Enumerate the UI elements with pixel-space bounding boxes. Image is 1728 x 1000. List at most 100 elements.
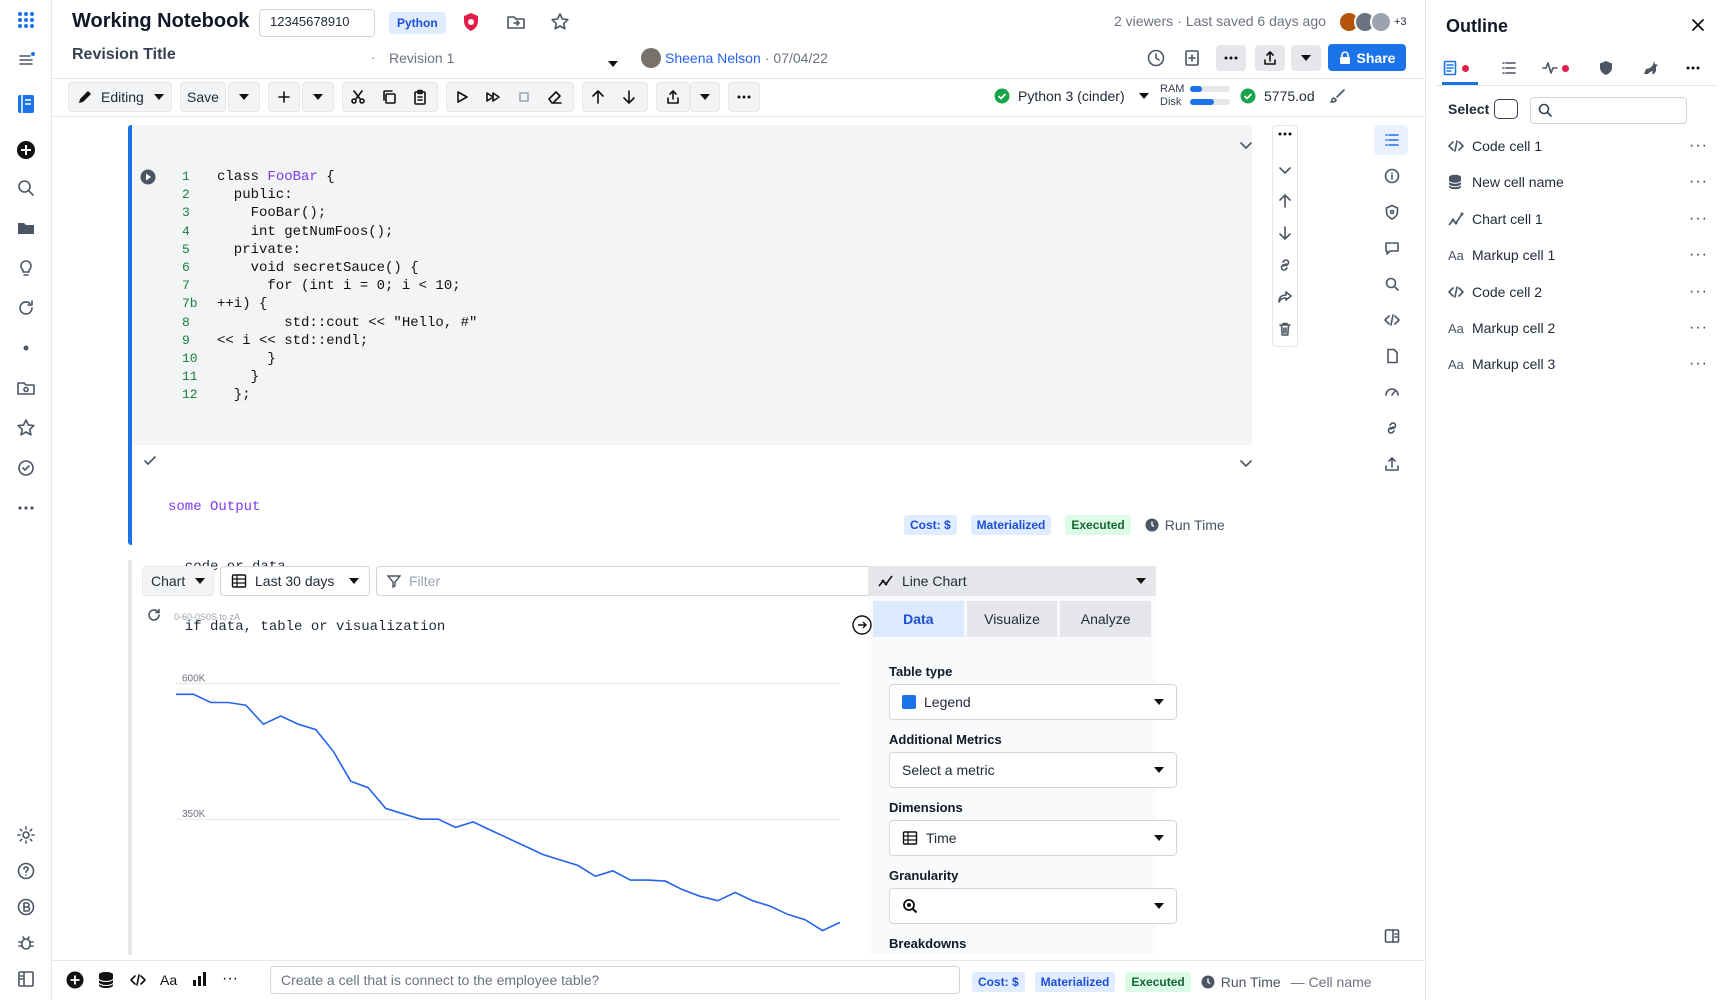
chart-type-dropdown[interactable]: Chart	[142, 566, 214, 596]
tab-outline[interactable]	[1442, 60, 1469, 76]
add-cell-circle-icon[interactable]	[66, 971, 84, 989]
share-button[interactable]: Share	[1328, 44, 1406, 71]
upload-icon[interactable]	[1382, 454, 1402, 474]
filter-input[interactable]: Filter	[376, 566, 922, 596]
cell-collapse-icon[interactable]	[1277, 162, 1293, 178]
tab-list-icon[interactable]	[1501, 60, 1517, 76]
viewer-avatars[interactable]: +3	[1338, 11, 1407, 33]
paste-icon[interactable]	[410, 87, 430, 107]
list-notification-icon[interactable]	[14, 48, 38, 72]
markup-cell-icon[interactable]: Aa	[160, 972, 177, 988]
more-icon[interactable]	[14, 496, 38, 520]
series-line[interactable]	[176, 693, 841, 932]
star-icon[interactable]	[14, 416, 38, 440]
add-circle-icon[interactable]	[14, 138, 38, 162]
tab-data[interactable]: Data	[873, 601, 964, 637]
cell-move-down-icon[interactable]	[1277, 225, 1293, 241]
outline-item[interactable]: Aa Markup cell 2 ···	[1448, 310, 1708, 346]
gauge-icon[interactable]	[1382, 382, 1402, 402]
notebook-id-field[interactable]: 12345678910	[259, 9, 375, 37]
stop-icon[interactable]	[514, 87, 534, 107]
toolbar-more-button[interactable]	[728, 82, 760, 112]
folder-icon[interactable]	[14, 216, 38, 240]
kernel-selector[interactable]: Python 3 (cinder)	[994, 88, 1149, 104]
check-badge-icon[interactable]	[14, 456, 38, 480]
sql-cell-database-icon[interactable]	[98, 971, 114, 989]
security-shield-icon[interactable]	[462, 12, 480, 32]
run-icon[interactable]	[452, 87, 472, 107]
split-view-icon[interactable]	[1382, 926, 1402, 946]
refresh-chart-icon[interactable]	[146, 607, 162, 623]
date-range-dropdown[interactable]: Last 30 days	[220, 566, 370, 596]
add-page-icon[interactable]	[1182, 48, 1202, 68]
code-panel-icon[interactable]	[1382, 310, 1402, 330]
publish-button[interactable]	[1255, 45, 1285, 71]
outline-item-more-icon[interactable]: ···	[1689, 319, 1708, 337]
chart-cell-bar-icon[interactable]	[192, 971, 208, 987]
outline-item-more-icon[interactable]: ···	[1689, 137, 1708, 155]
bitcoin-icon[interactable]	[14, 895, 38, 919]
revision-title[interactable]: Revision Title	[72, 46, 176, 64]
select-all-toggle[interactable]	[1494, 99, 1518, 119]
shield-icon[interactable]	[1382, 202, 1402, 222]
close-panel-icon[interactable]	[1690, 17, 1706, 33]
cell-share-icon[interactable]	[1277, 289, 1293, 305]
create-cell-prompt-input[interactable]: Create a cell that is connect to the emp…	[270, 966, 960, 994]
move-folder-icon[interactable]	[506, 12, 526, 32]
tab-analyze[interactable]: Analyze	[1060, 601, 1152, 637]
author-info[interactable]: Sheena Nelson · 07/04/22	[641, 48, 828, 68]
notebook-title[interactable]: Working Notebook	[72, 10, 249, 33]
code-cell[interactable]: 1 class FooBar {2 public: 3 FooBar(); 4 int…	[128, 125, 1254, 635]
info-icon[interactable]	[1382, 166, 1402, 186]
outline-item-more-icon[interactable]: ···	[1689, 210, 1708, 228]
chain-link-icon[interactable]	[1382, 418, 1402, 438]
output-collapse-chevron-icon[interactable]	[1238, 455, 1254, 471]
apps-grid-icon[interactable]	[14, 8, 38, 32]
copy-icon[interactable]	[379, 87, 399, 107]
cell-move-up-icon[interactable]	[1277, 193, 1293, 209]
outline-item-more-icon[interactable]: ···	[1689, 246, 1708, 264]
expand-arrow-icon[interactable]	[852, 615, 872, 635]
save-dropdown-button[interactable]	[228, 82, 260, 112]
history-clock-icon[interactable]	[1146, 48, 1166, 68]
search-panel-icon[interactable]	[1382, 274, 1402, 294]
refresh-icon[interactable]	[14, 296, 38, 320]
outline-search-input[interactable]	[1530, 97, 1687, 124]
run-all-icon[interactable]	[483, 87, 503, 107]
panel-toggle-icon[interactable]	[14, 967, 38, 991]
bug-icon[interactable]	[14, 931, 38, 955]
export-button[interactable]	[656, 82, 690, 112]
document-icon[interactable]	[1382, 346, 1402, 366]
move-down-icon[interactable]	[619, 87, 639, 107]
outline-item-more-icon[interactable]: ···	[1689, 283, 1708, 301]
tab-shield-icon[interactable]	[1598, 60, 1614, 76]
paint-brush-icon[interactable]	[1330, 88, 1346, 104]
export-dropdown-button[interactable]	[690, 82, 720, 112]
table-type-select[interactable]: Legend	[889, 684, 1177, 720]
collapse-chevron-icon[interactable]	[1238, 137, 1254, 153]
revision-dropdown-caret[interactable]	[608, 55, 618, 70]
tab-unicorn-icon[interactable]	[1642, 60, 1660, 76]
favorite-star-icon[interactable]	[550, 12, 570, 32]
editing-mode-dropdown[interactable]: Editing	[68, 82, 172, 112]
notebook-icon[interactable]	[14, 92, 38, 116]
search-icon[interactable]	[14, 176, 38, 200]
lightbulb-icon[interactable]	[14, 256, 38, 280]
dimensions-select[interactable]: Time	[889, 820, 1177, 856]
code-cell-icon[interactable]	[130, 972, 146, 988]
outline-list-icon[interactable]	[1382, 130, 1402, 150]
help-icon[interactable]	[14, 859, 38, 883]
comment-icon[interactable]	[1382, 238, 1402, 258]
granularity-select[interactable]	[889, 888, 1177, 924]
outline-item-more-icon[interactable]: ···	[1689, 355, 1708, 373]
cut-icon[interactable]	[348, 87, 368, 107]
tab-activity-icon[interactable]	[1542, 60, 1569, 76]
cell-link-icon[interactable]	[1277, 257, 1293, 273]
move-up-icon[interactable]	[588, 87, 608, 107]
publish-dropdown-button[interactable]	[1291, 45, 1321, 71]
line-chart[interactable]: 600K 350K	[136, 640, 926, 955]
outline-item[interactable]: Aa Markup cell 3 ···	[1448, 346, 1708, 382]
author-name[interactable]: Sheena Nelson	[665, 50, 761, 66]
chart-kind-dropdown[interactable]: Line Chart	[868, 566, 1156, 596]
tab-more-icon[interactable]	[1686, 66, 1700, 70]
